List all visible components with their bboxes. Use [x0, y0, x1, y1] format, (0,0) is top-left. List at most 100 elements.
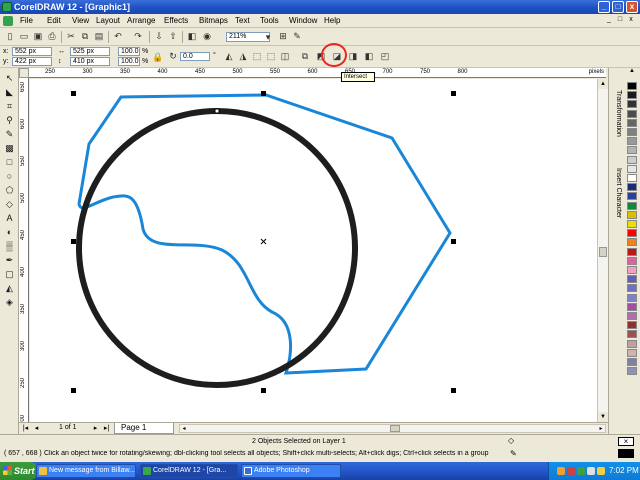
freehand-tool-icon[interactable]: ✎: [3, 128, 16, 140]
color-swatch[interactable]: [627, 312, 637, 320]
color-swatch[interactable]: [627, 275, 637, 284]
scale-x-field[interactable]: 100.0: [118, 47, 140, 56]
snap-to-grid-icon[interactable]: ⊞: [276, 30, 290, 43]
selection-handle-bottom-center[interactable]: [261, 388, 266, 393]
tray-messenger-icon[interactable]: [597, 467, 605, 475]
color-swatch[interactable]: [627, 293, 637, 302]
new-document-icon[interactable]: ▯: [3, 30, 17, 43]
zoom-tool-icon[interactable]: ⚲: [3, 114, 16, 126]
color-swatch[interactable]: [627, 118, 637, 127]
color-swatch[interactable]: [627, 128, 637, 136]
selection-handle-top-right[interactable]: [451, 91, 456, 96]
fill-tool-icon[interactable]: ◭: [3, 282, 16, 294]
color-swatch[interactable]: [627, 164, 637, 173]
group-icon[interactable]: ⬚: [250, 50, 264, 63]
color-swatch[interactable]: [627, 192, 637, 201]
color-swatch[interactable]: [627, 146, 637, 155]
paste-icon[interactable]: ▤: [92, 30, 106, 43]
color-swatch[interactable]: [627, 238, 637, 247]
doc-close-button[interactable]: x: [626, 16, 636, 25]
tray-antivirus-icon[interactable]: [567, 467, 575, 475]
interactive-blend-tool-icon[interactable]: ◐: [3, 226, 16, 238]
color-swatch[interactable]: [627, 100, 637, 109]
maximize-button[interactable]: □: [612, 1, 624, 13]
horizontal-scroll-thumb[interactable]: [390, 425, 400, 432]
color-swatch[interactable]: [627, 201, 637, 210]
interactive-fill-tool-icon[interactable]: ◈: [3, 296, 16, 308]
import-icon[interactable]: ⇩: [152, 30, 166, 43]
polygon-tool-icon[interactable]: ⬠: [3, 184, 16, 196]
scale-y-field[interactable]: 100.0: [118, 57, 140, 66]
front-minus-back-icon[interactable]: ◧: [362, 50, 376, 63]
fill-none-swatch[interactable]: ×: [618, 437, 634, 446]
last-page-icon[interactable]: ▸|: [102, 424, 111, 433]
options-icon[interactable]: ✎: [290, 30, 304, 43]
combine-icon[interactable]: ◫: [278, 50, 292, 63]
ungroup-icon[interactable]: ⬚: [264, 50, 278, 63]
chevron-down-icon[interactable]: ▾: [264, 31, 272, 44]
color-swatch[interactable]: [627, 367, 637, 376]
menu-text[interactable]: Text: [235, 16, 250, 25]
simplify-icon[interactable]: ◨: [346, 50, 360, 63]
menu-help[interactable]: Help: [324, 16, 340, 25]
redo-icon[interactable]: ↷: [131, 30, 145, 43]
doc-minimize-button[interactable]: _: [604, 16, 614, 25]
color-swatch[interactable]: [627, 339, 637, 348]
color-swatch[interactable]: [627, 330, 637, 339]
pick-tool-icon[interactable]: ↖: [3, 72, 16, 84]
back-minus-front-icon[interactable]: ◰: [378, 50, 392, 63]
menu-bitmaps[interactable]: Bitmaps: [199, 16, 228, 25]
menu-edit[interactable]: Edit: [47, 16, 61, 25]
scroll-down-arrow-icon[interactable]: ▼: [598, 412, 608, 422]
color-swatch[interactable]: [627, 174, 637, 182]
menu-file[interactable]: File: [20, 16, 33, 25]
selection-handle-top-left[interactable]: [71, 91, 76, 96]
color-swatch[interactable]: [627, 247, 637, 256]
rectangle-tool-icon[interactable]: □: [3, 156, 16, 168]
vertical-scroll-thumb[interactable]: [599, 247, 607, 257]
color-swatch[interactable]: [627, 348, 637, 357]
outline-color-swatch[interactable]: [618, 449, 634, 458]
taskbar-item-coreldraw[interactable]: CorelDRAW 12 - [Gra...: [140, 464, 238, 478]
start-button[interactable]: Start: [0, 462, 38, 480]
menu-tools[interactable]: Tools: [260, 16, 279, 25]
scroll-left-arrow-icon[interactable]: ◂: [180, 425, 188, 432]
save-icon[interactable]: ▣: [31, 30, 45, 43]
weld-icon[interactable]: ⧉: [298, 50, 312, 63]
color-swatch[interactable]: [627, 358, 637, 366]
tray-app-icon[interactable]: [557, 467, 565, 475]
vertical-scrollbar[interactable]: ▲ ▼: [597, 79, 608, 422]
basic-shapes-tool-icon[interactable]: ◇: [3, 198, 16, 210]
mirror-horizontal-icon[interactable]: ◭: [222, 50, 236, 63]
interactive-transparency-tool-icon[interactable]: ▒: [3, 240, 16, 252]
outline-pen-icon[interactable]: ✎: [510, 449, 518, 459]
color-swatch[interactable]: [627, 284, 637, 293]
color-swatch[interactable]: [627, 229, 637, 238]
color-swatch[interactable]: [627, 220, 637, 228]
color-swatch[interactable]: [627, 321, 637, 330]
close-button[interactable]: x: [626, 1, 638, 13]
menu-effects[interactable]: Effects: [164, 16, 188, 25]
minimize-button[interactable]: _: [598, 1, 610, 13]
page-tab-1[interactable]: Page 1: [114, 423, 174, 434]
export-icon[interactable]: ⇧: [166, 30, 180, 43]
ellipse-tool-icon[interactable]: ○: [3, 170, 16, 182]
prev-page-icon[interactable]: ◂: [32, 424, 41, 433]
horizontal-scrollbar[interactable]: ◂ ▸: [179, 424, 606, 433]
horizontal-ruler[interactable]: pixels 250300350400450500550600650700750…: [19, 68, 606, 78]
selection-handle-middle-right[interactable]: [451, 239, 456, 244]
color-swatch[interactable]: [627, 302, 637, 311]
selection-handle-top-center[interactable]: [261, 91, 266, 96]
scroll-up-arrow-icon[interactable]: ▲: [598, 79, 608, 89]
y-position-field[interactable]: 422 px: [12, 57, 52, 66]
menu-window[interactable]: Window: [289, 16, 317, 25]
document-icon[interactable]: [3, 16, 13, 26]
height-field[interactable]: 410 px: [70, 57, 110, 66]
color-swatch[interactable]: [627, 183, 637, 192]
open-folder-icon[interactable]: ▭: [17, 30, 31, 43]
color-swatch[interactable]: [627, 210, 637, 219]
application-launcher-icon[interactable]: ◧: [185, 30, 199, 43]
cut-icon[interactable]: ✂: [64, 30, 78, 43]
taskbar-item-message[interactable]: New message from Billaw...: [36, 464, 136, 478]
tray-volume-icon[interactable]: [587, 467, 595, 475]
